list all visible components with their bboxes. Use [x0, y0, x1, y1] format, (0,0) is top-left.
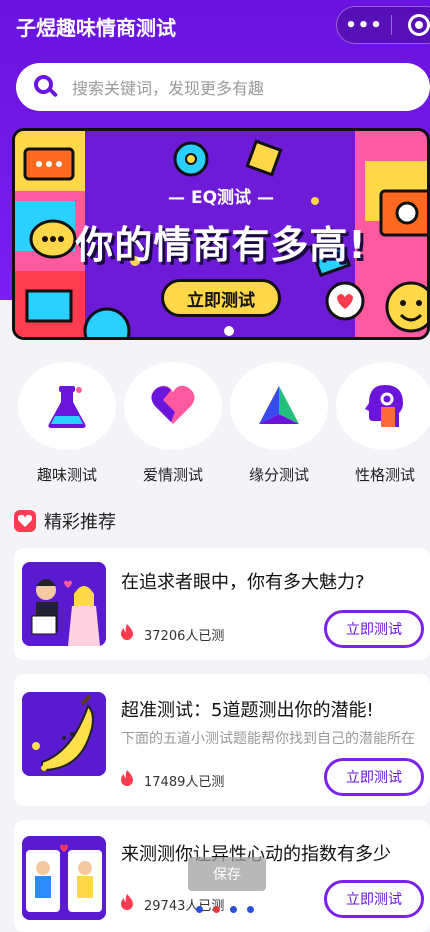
start-test-button[interactable]: 立即测试: [324, 758, 424, 796]
eq-test-banner[interactable]: — EQ测试 — 你的情商有多高! 立即测试: [12, 128, 430, 340]
test-thumbnail: [22, 562, 106, 646]
banner-content: — EQ测试 — 你的情商有多高! 立即测试: [15, 131, 427, 337]
start-test-button[interactable]: 立即测试: [324, 610, 424, 648]
capsule-divider: [391, 15, 392, 35]
page-dot-active: [213, 906, 220, 913]
category-label: 爱情测试: [142, 466, 203, 484]
test-card[interactable]: 超准测试：5道题测出你的潜能! 下面的五道小测试题能帮你找到自己的潜能所在 17…: [14, 674, 430, 806]
test-count: 37206人已测: [144, 629, 225, 644]
heart-icon: [151, 385, 195, 424]
test-title: 在追求者眼中，你有多大魅力?: [121, 572, 365, 593]
test-description: 下面的五道小测试题能帮你找到自己的潜能所在: [121, 731, 415, 747]
head-icon: [365, 385, 403, 427]
section-title: 精彩推荐: [44, 512, 116, 533]
search-bar[interactable]: 搜索关键词，发现更多有趣: [16, 63, 430, 111]
heart-badge-icon: [14, 510, 36, 532]
category-label: 缘分测试: [248, 466, 309, 484]
more-menu-button[interactable]: •••: [337, 15, 391, 36]
category-grid: 趣味测试 爱情测试 缘分测试 性格测试: [0, 362, 430, 492]
test-thumbnail: [22, 836, 106, 920]
start-test-button[interactable]: 立即测试: [324, 880, 424, 918]
page-dot: [196, 906, 203, 913]
section-header: 精彩推荐: [14, 508, 116, 534]
category-personality[interactable]: 性格测试: [336, 362, 430, 485]
fire-icon: [121, 770, 133, 786]
mini-program-capsule: •••: [336, 6, 430, 44]
page-dot: [247, 906, 254, 913]
page-indicator: [196, 906, 254, 913]
banner-headline: 你的情商有多高!: [75, 223, 367, 267]
fire-icon: [121, 624, 133, 640]
banner-eq-label: — EQ测试 —: [168, 188, 274, 208]
category-label: 趣味测试: [36, 466, 97, 484]
save-button[interactable]: 保存: [188, 857, 266, 891]
close-target-icon[interactable]: [408, 14, 430, 36]
search-placeholder: 搜索关键词，发现更多有趣: [72, 79, 265, 98]
banner-start-button[interactable]: 立即测试: [161, 279, 281, 317]
app-title: 子煜趣味情商测试: [16, 16, 176, 40]
test-card[interactable]: 在追求者眼中，你有多大魅力? 37206人已测 立即测试: [14, 548, 430, 660]
category-love[interactable]: 爱情测试: [124, 362, 222, 485]
page-dot: [230, 906, 237, 913]
fire-icon: [121, 894, 133, 910]
triangle-icon: [259, 386, 299, 424]
flask-icon: [48, 386, 86, 428]
category-label: 性格测试: [354, 466, 415, 484]
test-thumbnail: [22, 692, 106, 776]
search-icon: [34, 75, 59, 99]
test-count: 17489人已测: [144, 775, 225, 790]
test-title: 超准测试：5道题测出你的潜能!: [121, 700, 374, 721]
category-fun[interactable]: 趣味测试: [18, 362, 116, 485]
category-fate[interactable]: 缘分测试: [230, 362, 328, 485]
